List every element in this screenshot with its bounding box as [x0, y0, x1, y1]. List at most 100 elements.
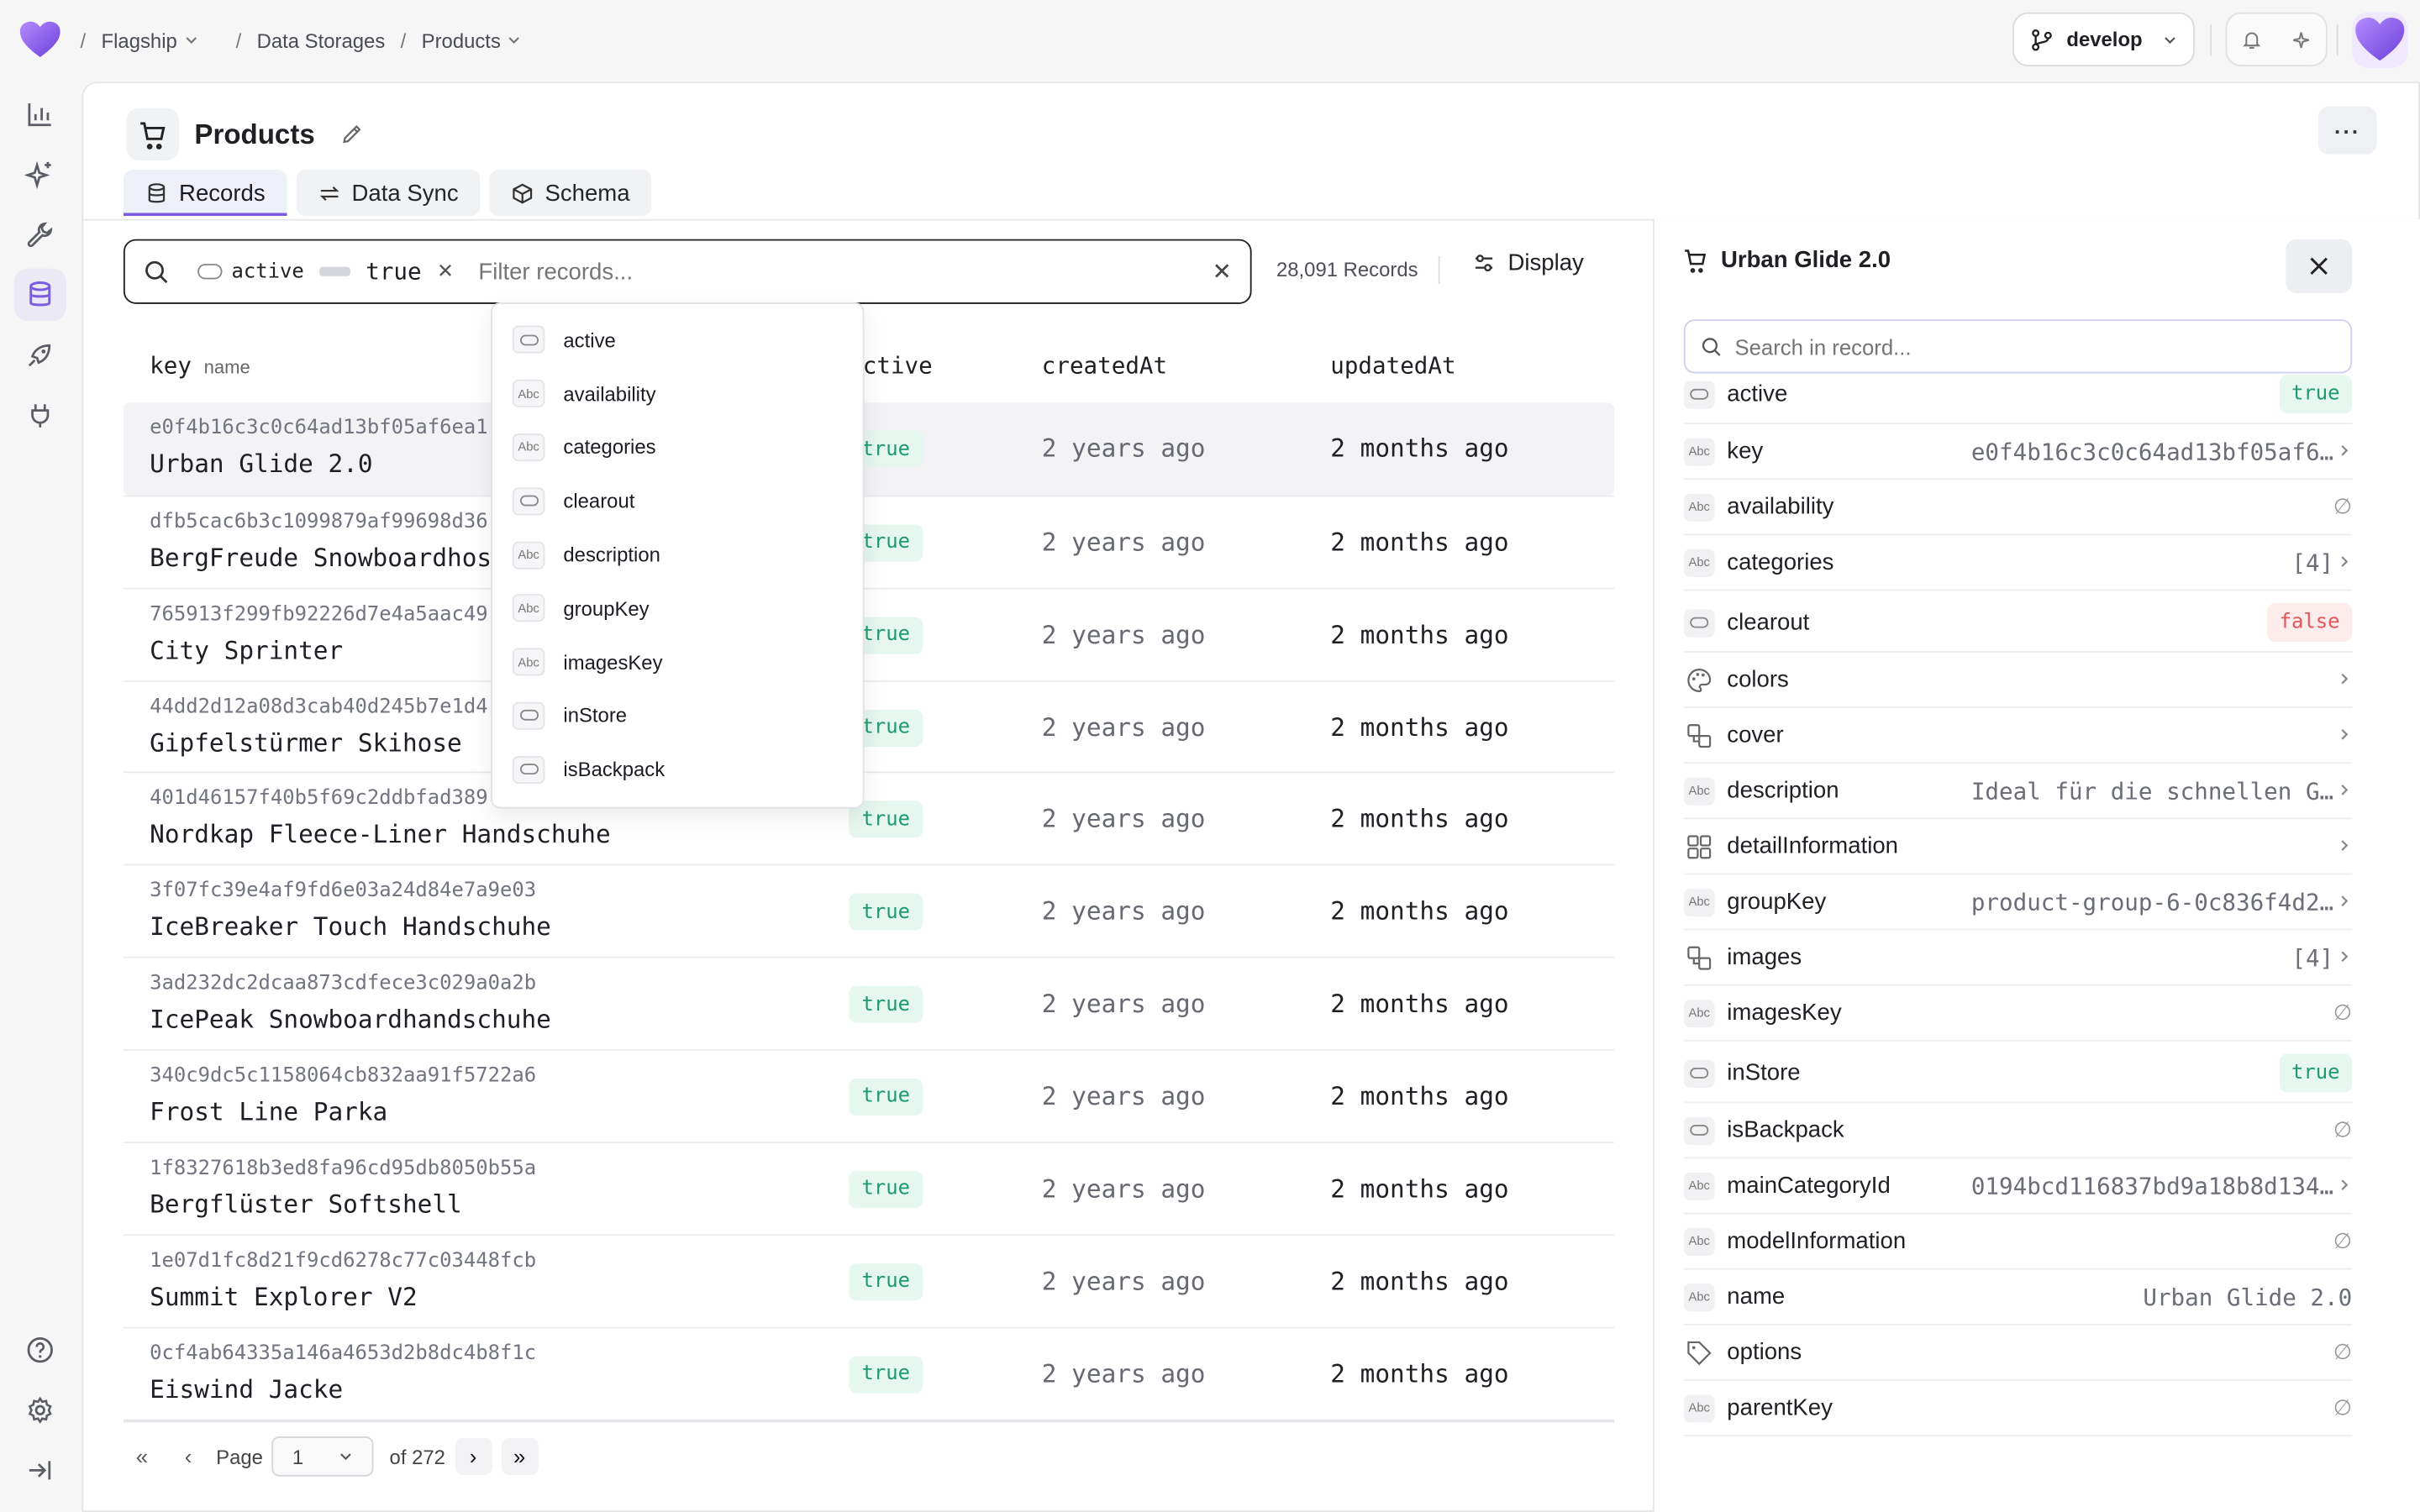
page-select[interactable]: 1 [271, 1436, 375, 1477]
table-row[interactable]: 1f8327618b3ed8fa96cd95db8050b55a Bergflüs… [123, 1141, 1615, 1234]
dropdown-item-isBackpack[interactable]: isBackpack [492, 743, 863, 796]
breadcrumb: / Flagship / Data Storages / Products [81, 0, 523, 81]
filter-input[interactable] [478, 258, 1158, 285]
table-row[interactable]: e0f4b16c3c0c64ad13bf05af6ea1 Urban Glide … [123, 402, 1615, 496]
record-field-clearout[interactable]: clearout false [1683, 594, 2353, 653]
remove-chip-icon[interactable]: ✕ [437, 260, 454, 284]
sidebar-collapse[interactable] [14, 1444, 66, 1496]
row-updated: 2 months ago [1330, 1081, 1509, 1111]
breadcrumb-flagship[interactable]: Flagship [102, 29, 199, 52]
field-value: Urban Glide 2.0 [2143, 1283, 2353, 1311]
page-label: Page [216, 1445, 263, 1468]
record-field-cover[interactable]: cover [1683, 708, 2353, 764]
field-label: clearout [1727, 609, 1810, 636]
prev-page-button[interactable]: ‹ [170, 1438, 207, 1475]
field-label: key [1727, 438, 1764, 465]
filter-chip[interactable]: active true ✕ [188, 251, 463, 291]
record-field-key[interactable]: Abc key e0f4b16c3c0c64ad13bf05af6… [1683, 424, 2353, 480]
edit-pencil-icon[interactable] [339, 122, 364, 146]
sidebar-item-tools[interactable] [14, 208, 66, 260]
column-header-key[interactable]: key name [150, 352, 250, 380]
app-logo-icon[interactable] [18, 18, 61, 61]
last-page-button[interactable]: » [501, 1437, 539, 1475]
clear-filter-icon[interactable]: ✕ [1213, 258, 1232, 286]
dropdown-item-description[interactable]: Abc description [492, 528, 863, 582]
record-field-categories[interactable]: Abc categories [4] [1683, 535, 2353, 591]
text-type-icon: Abc [512, 433, 545, 462]
next-page-button[interactable]: › [454, 1437, 492, 1475]
column-header-created[interactable]: createdAt [1042, 352, 1167, 380]
database-icon [29, 281, 51, 307]
chevron-right-icon [2341, 728, 2349, 740]
dropdown-item-label: active [563, 328, 616, 352]
record-field-description[interactable]: Abc description Ideal für die schnellen G… [1683, 764, 2353, 820]
table-row[interactable]: 3ad232dc2dcaa873cdfece3c029a0a2b IcePeak … [123, 956, 1615, 1049]
record-field-options[interactable]: options ∅ [1683, 1326, 2353, 1381]
sidebar-item-integrations[interactable] [14, 389, 66, 441]
branch-selector[interactable]: develop [2012, 12, 2195, 66]
table-row[interactable]: dfb5cac6b3c1099879af99698d36 BergFreude S… [123, 495, 1615, 587]
table-row[interactable]: 0cf4ab64335a146a4653d2b8dc4b8f1c Eiswind … [123, 1326, 1615, 1419]
avatar[interactable] [2352, 12, 2408, 68]
record-field-name[interactable]: Abc name Urban Glide 2.0 [1683, 1270, 2353, 1326]
first-page-button[interactable]: « [124, 1438, 160, 1475]
sidebar-item-help[interactable] [14, 1324, 66, 1376]
bell-icon[interactable] [2241, 29, 2263, 50]
column-header-updated[interactable]: updatedAt [1330, 352, 1455, 380]
tab-schema[interactable]: Schema [489, 170, 652, 217]
sidebar-item-data-storages[interactable] [13, 268, 66, 322]
row-created: 2 years ago [1041, 1358, 1206, 1389]
record-field-availability[interactable]: Abc availability ∅ [1683, 480, 2353, 536]
tab-data-sync[interactable]: Data Sync [296, 170, 481, 217]
sparkles-icon[interactable] [2291, 29, 2312, 50]
table-row[interactable]: 1e07d1fc8d21f9cd6278c77c03448fcb Summit E… [123, 1233, 1615, 1326]
record-field-inStore[interactable]: inStore true [1683, 1044, 2353, 1104]
record-field-modelInformation[interactable]: Abc modelInformation ∅ [1683, 1215, 2353, 1270]
dropdown-item-label: groupKey [563, 596, 650, 621]
record-field-colors[interactable]: colors [1683, 653, 2353, 709]
sidebar-item-analytics[interactable] [14, 88, 66, 140]
dropdown-item-availability[interactable]: Abc availability [492, 367, 863, 421]
table-row[interactable]: 401d46157f40b5f69c2ddbfad389 Nordkap Flee… [123, 772, 1615, 864]
table-row[interactable]: 44dd2d12a08d3cab40d245b7e1d4 Gipfelstürme… [123, 680, 1615, 772]
null-value: ∅ [2333, 1339, 2353, 1364]
field-label: parentKey [1727, 1394, 1833, 1421]
record-field-mainCategoryId[interactable]: Abc mainCategoryId 0194bcd116837bd9a18b8d1… [1683, 1158, 2353, 1215]
record-field-groupKey[interactable]: Abc groupKey product-group-6-0c836f4d2… [1683, 874, 2353, 931]
table-row[interactable]: 340c9dc5c1158064cb832aa91f5722a6 Frost Li… [123, 1048, 1615, 1142]
dropdown-item-categories[interactable]: Abc categories [492, 421, 863, 475]
close-icon [2310, 257, 2328, 276]
record-field-detailInformation[interactable]: detailInformation [1683, 819, 2353, 875]
text-type-icon: Abc [512, 594, 545, 622]
chevron-right-icon [2341, 445, 2349, 456]
tab-records[interactable]: Records [123, 170, 287, 217]
sidebar-item-deploy[interactable] [14, 328, 66, 381]
more-options-button[interactable]: ··· [2317, 106, 2377, 155]
reference-icon [1684, 943, 1715, 971]
display-button[interactable]: Display [1472, 250, 1584, 276]
dropdown-item-clearout[interactable]: clearout [492, 475, 863, 528]
filter-chip-operator[interactable] [319, 266, 350, 276]
close-panel-button[interactable] [2286, 239, 2353, 293]
dropdown-item-label: description [563, 543, 660, 567]
sidebar-item-ai[interactable] [14, 148, 66, 200]
record-field-imagesKey[interactable]: Abc imagesKey ∅ [1683, 986, 2353, 1042]
dropdown-item-inStore[interactable]: inStore [492, 689, 863, 743]
sidebar-item-settings[interactable] [14, 1384, 66, 1436]
table-row[interactable]: 765913f299fb92226d7e4a5aac49 City Sprinte… [123, 587, 1615, 680]
cart-icon [1685, 249, 1707, 273]
dropdown-item-imagesKey[interactable]: Abc imagesKey [492, 635, 863, 689]
dropdown-item-groupKey[interactable]: Abc groupKey [492, 581, 863, 635]
record-detail-panel: Urban Glide 2.0 activetrueAbckeye0f4b16c… [1653, 218, 2420, 1512]
breadcrumb-products[interactable]: Products [422, 29, 523, 52]
breadcrumb-data-storages[interactable]: Data Storages [257, 29, 386, 52]
dropdown-item-label: isBackpack [563, 758, 666, 781]
record-field-isBackpack[interactable]: isBackpack ∅ [1683, 1103, 2353, 1159]
filter-bar[interactable]: active true ✕ ✕ [123, 239, 1252, 304]
record-search-input[interactable] [1734, 333, 2322, 360]
dropdown-item-active[interactable]: active [492, 313, 863, 367]
record-field-active[interactable]: active true [1683, 365, 2353, 425]
record-field-images[interactable]: images [4] [1683, 931, 2353, 986]
table-row[interactable]: 3f07fc39e4af9fd6e03a24d84e7a9e03 IceBreak… [123, 864, 1615, 957]
record-field-parentKey[interactable]: Abc parentKey ∅ [1683, 1381, 2353, 1436]
